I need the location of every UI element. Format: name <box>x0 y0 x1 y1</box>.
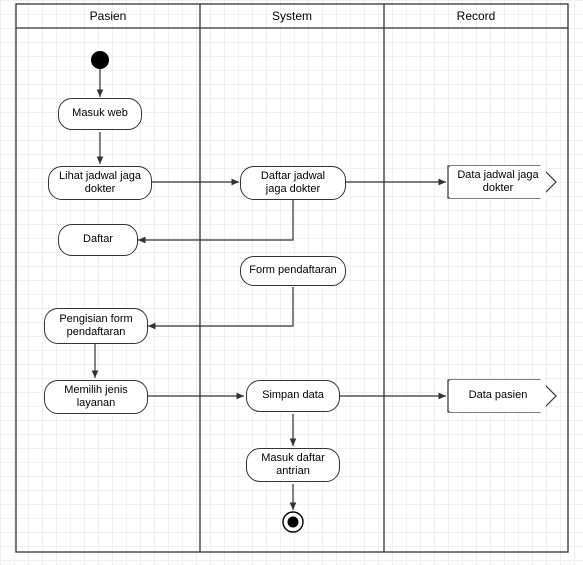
datastore-pasien: Data pasien <box>450 380 546 412</box>
activity-daftar-jadwal: Daftar jadwal jaga dokter <box>240 166 346 200</box>
start-node <box>91 51 109 69</box>
activity-form-pendaftaran: Form pendaftaran <box>240 256 346 286</box>
activity-memilih-layanan: Memilih jenis layanan <box>44 380 148 414</box>
activity-masuk-antrian: Masuk daftar antrian <box>246 448 340 482</box>
activity-simpan-data: Simpan data <box>246 380 340 412</box>
end-node <box>283 512 303 532</box>
lane-header-system: System <box>200 4 384 28</box>
activity-lihat-jadwal: Lihat jadwal jaga dokter <box>48 166 152 200</box>
activity-daftar: Daftar <box>58 224 138 256</box>
datastore-jadwal: Data jadwal jaga dokter <box>450 166 546 198</box>
activity-pengisian-form: Pengisian form pendaftaran <box>44 308 148 344</box>
lane-header-pasien: Pasien <box>16 4 200 28</box>
activity-masuk-web: Masuk web <box>58 98 142 130</box>
lane-header-record: Record <box>384 4 568 28</box>
